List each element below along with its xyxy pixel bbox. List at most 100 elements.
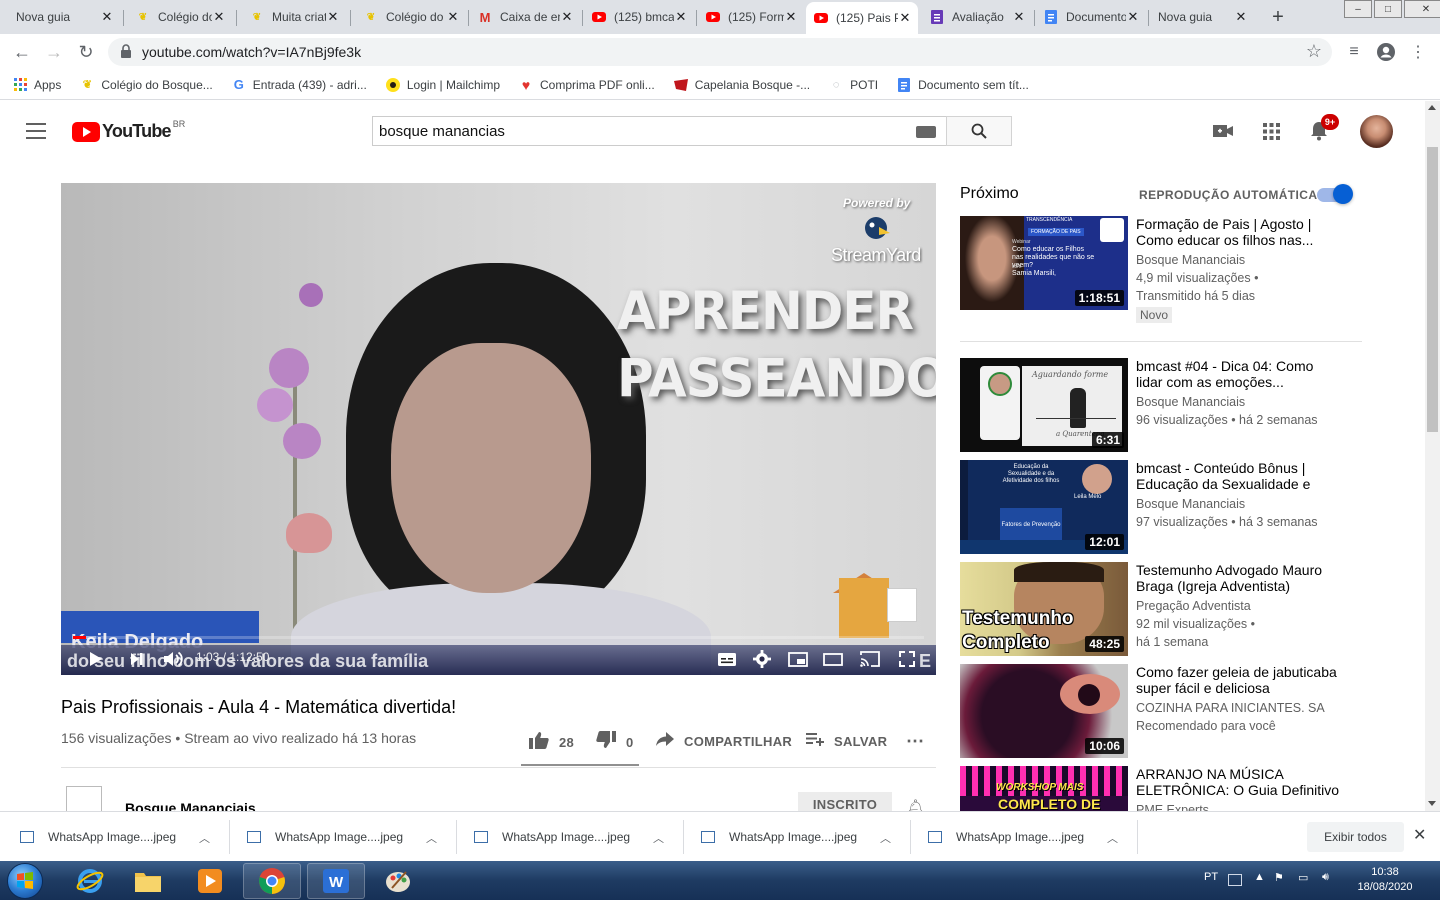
download-item[interactable]: WhatsApp Image....jpeg ︿ <box>681 822 907 852</box>
download-item[interactable]: WhatsApp Image....jpeg ︿ <box>0 822 226 852</box>
close-tab-icon[interactable]: ✕ <box>1012 9 1026 25</box>
scroll-down-arrow-icon[interactable] <box>1428 801 1436 806</box>
subscribe-button[interactable]: INSCRITO <box>798 792 892 812</box>
forward-icon[interactable]: → <box>42 40 66 64</box>
media-control-icon[interactable]: ≡ <box>1342 40 1366 64</box>
video-thumbnail[interactable]: TRANSCENDÊNCIA FORMAÇÃO DE PAIS Webinar … <box>960 216 1128 310</box>
tab-caixa-entrada[interactable]: M Caixa de entrada ✕ <box>470 2 580 32</box>
tab-muita-criatividade[interactable]: ❦ Muita criatividade ✕ <box>242 2 346 32</box>
reload-icon[interactable]: ↻ <box>74 40 98 64</box>
video-thumbnail[interactable]: 10:06 <box>960 664 1128 758</box>
recommended-video[interactable]: WORKSHOP MAIS COMPLETO DE ARRANJO NA MÚS… <box>960 766 1360 811</box>
rec-title[interactable]: Como fazer geleia de jabuticaba super fá… <box>1136 664 1341 696</box>
next-button[interactable] <box>126 648 148 670</box>
menu-kebab-icon[interactable]: ⋮ <box>1406 40 1430 64</box>
subtitles-button[interactable] <box>715 648 739 670</box>
play-button[interactable] <box>85 648 107 670</box>
video-thumbnail[interactable]: Testemunho Completo 48:25 <box>960 562 1128 656</box>
more-actions-icon[interactable]: ⋯ <box>906 731 924 752</box>
share-button[interactable]: COMPARTILHAR <box>656 731 792 751</box>
taskbar-paint[interactable] <box>369 863 427 899</box>
tab-documento[interactable]: Documento ✕ <box>1036 2 1146 32</box>
rec-channel[interactable]: Bosque Mananciais <box>1136 497 1245 511</box>
taskbar-media-player[interactable] <box>181 863 239 899</box>
network-icon[interactable]: ▭ <box>1298 871 1308 884</box>
chevron-up-icon[interactable]: ︿ <box>1107 830 1118 846</box>
tab-avaliacao[interactable]: Avaliação ✕ <box>922 2 1032 32</box>
rec-channel[interactable]: PME Experts <box>1136 803 1209 811</box>
tab-pais-profissionais[interactable]: (125) Pais Profissionais ✕ <box>806 2 918 34</box>
rec-title[interactable]: Formação de Pais | Agosto | Como educar … <box>1136 216 1341 248</box>
close-tab-icon[interactable]: ✕ <box>212 9 226 25</box>
search-input[interactable]: bosque manancias <box>372 116 946 146</box>
chevron-up-icon[interactable]: ︿ <box>653 830 664 846</box>
cast-button[interactable] <box>858 648 882 670</box>
video-thumbnail[interactable]: Educação da Sexualidade e da Afetividade… <box>960 460 1128 554</box>
tab-colegio-2[interactable]: ❦ Colégio do Bosque ✕ <box>356 2 466 32</box>
close-tab-icon[interactable]: ✕ <box>898 10 912 26</box>
progress-bar[interactable] <box>73 636 924 639</box>
close-tab-icon[interactable]: ✕ <box>100 9 114 25</box>
profile-icon[interactable] <box>1374 40 1398 64</box>
download-item[interactable]: WhatsApp Image....jpeg ︿ <box>227 822 453 852</box>
keyboard-tray-icon[interactable] <box>1228 874 1242 886</box>
rec-title[interactable]: ARRANJO NA MÚSICA ELETRÔNICA: O Guia Def… <box>1136 766 1341 798</box>
recommended-video[interactable]: 10:06 Como fazer geleia de jabuticaba su… <box>960 664 1360 760</box>
tab-formacao[interactable]: (125) Formação ✕ <box>698 2 804 32</box>
rec-title[interactable]: bmcast - Conteúdo Bônus | Educação da Se… <box>1136 460 1341 492</box>
volume-button[interactable] <box>161 648 185 670</box>
like-button[interactable]: 28 <box>529 731 574 754</box>
scroll-up-arrow-icon[interactable] <box>1428 105 1436 110</box>
settings-button[interactable] <box>750 648 774 670</box>
start-button[interactable] <box>7 863 43 899</box>
rec-channel[interactable]: Bosque Mananciais <box>1136 395 1245 409</box>
maximize-button[interactable]: □ <box>1374 0 1402 18</box>
taskbar-chrome[interactable] <box>243 863 301 899</box>
search-button[interactable] <box>946 116 1012 146</box>
close-tab-icon[interactable]: ✕ <box>560 9 574 25</box>
action-center-icon[interactable]: ⚑ <box>1274 871 1284 884</box>
show-hidden-icons-icon[interactable]: ▲ <box>1254 871 1265 883</box>
scrollbar-thumb[interactable] <box>1427 147 1438 432</box>
bookmark-colegio[interactable]: ❦ Colégio do Bosque... <box>79 77 213 93</box>
channel-avatar[interactable] <box>66 786 102 814</box>
close-tab-icon[interactable]: ✕ <box>446 9 460 25</box>
show-all-downloads-button[interactable]: Exibir todos <box>1307 822 1404 852</box>
video-player[interactable]: APRENDER PASSEANDO Powered by StreamYard… <box>61 183 936 675</box>
taskbar-file-explorer[interactable] <box>119 863 177 899</box>
hamburger-menu-icon[interactable] <box>26 123 46 139</box>
chevron-up-icon[interactable]: ︿ <box>426 830 437 846</box>
close-tab-icon[interactable]: ✕ <box>326 9 340 25</box>
theater-mode-button[interactable] <box>821 648 845 670</box>
back-icon[interactable]: ← <box>10 40 34 64</box>
new-tab-button[interactable]: + <box>1265 5 1291 29</box>
bookmark-entrada[interactable]: G Entrada (439) - adri... <box>231 77 367 93</box>
download-item[interactable]: WhatsApp Image....jpeg ︿ <box>454 822 680 852</box>
bookmark-poti[interactable]: ◌ POTI <box>828 77 878 93</box>
user-avatar[interactable] <box>1360 115 1393 148</box>
taskbar-internet-explorer[interactable] <box>61 863 119 899</box>
recommended-video[interactable]: Testemunho Completo 48:25 Testemunho Adv… <box>960 562 1360 658</box>
video-thumbnail[interactable]: Aguardando forme a Quarentena 6:31 <box>960 358 1128 452</box>
close-tab-icon[interactable]: ✕ <box>1234 9 1248 25</box>
bookmark-documento[interactable]: Documento sem tít... <box>896 77 1029 93</box>
rec-channel[interactable]: Bosque Mananciais <box>1136 253 1245 267</box>
autoplay-toggle[interactable] <box>1317 184 1353 204</box>
chevron-up-icon[interactable]: ︿ <box>199 830 210 846</box>
bookmark-star-icon[interactable]: ☆ <box>1306 41 1322 62</box>
volume-tray-icon[interactable]: 🔊︎ <box>1322 871 1329 884</box>
rec-title[interactable]: Testemunho Advogado Mauro Braga (Igreja … <box>1136 562 1341 594</box>
bookmark-mailchimp[interactable]: Login | Mailchimp <box>385 77 500 93</box>
close-shelf-icon[interactable]: ✕ <box>1413 825 1426 845</box>
language-indicator[interactable]: PT <box>1204 871 1218 883</box>
close-window-button[interactable]: ✕ <box>1404 0 1440 18</box>
tab-colegio-1[interactable]: ❦ Colégio do Bosque ✕ <box>128 2 232 32</box>
recommended-video[interactable]: Educação da Sexualidade e da Afetividade… <box>960 460 1360 556</box>
fullscreen-button[interactable] <box>895 648 919 670</box>
tab-bmcast[interactable]: (125) bmcast ✕ <box>584 2 694 32</box>
download-item[interactable]: WhatsApp Image....jpeg ︿ <box>908 822 1134 852</box>
create-video-icon[interactable] <box>1212 120 1234 142</box>
close-tab-icon[interactable]: ✕ <box>674 9 688 25</box>
video-thumbnail[interactable]: WORKSHOP MAIS COMPLETO DE <box>960 766 1128 811</box>
recommended-video[interactable]: Aguardando forme a Quarentena 6:31 bmcas… <box>960 358 1360 454</box>
